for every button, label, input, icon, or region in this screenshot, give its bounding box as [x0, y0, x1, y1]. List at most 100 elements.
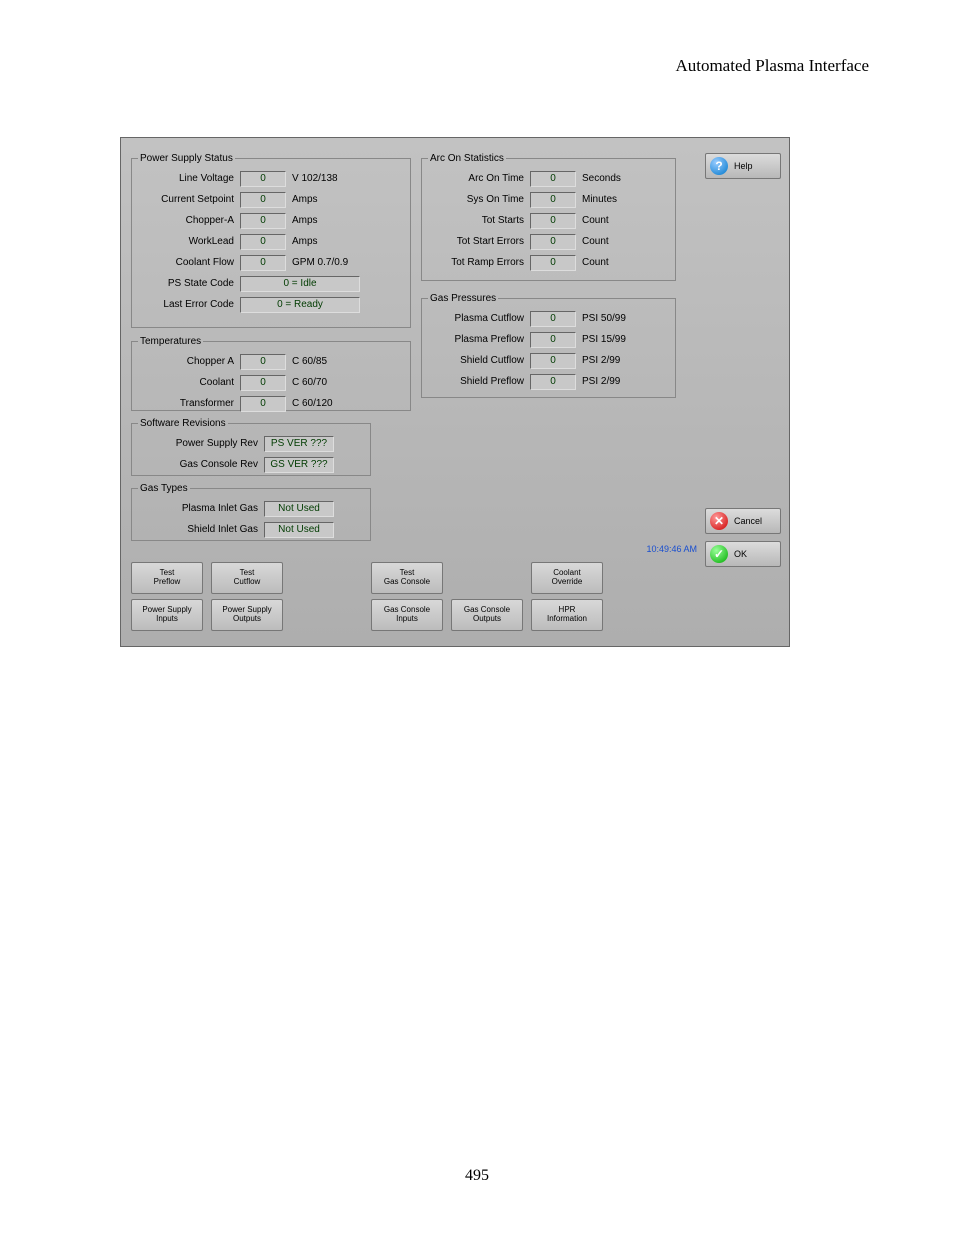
unit-current-setpoint: Amps	[292, 194, 318, 205]
help-label: Help	[734, 161, 753, 171]
page-number: 495	[465, 1167, 489, 1185]
val-tot-starts: 0	[530, 213, 576, 229]
btn-ps-outputs[interactable]: Power Supply Outputs	[211, 599, 283, 631]
button-row-1: Test Preflow Test Cutflow Test Gas Conso…	[131, 562, 691, 594]
legend-gt: Gas Types	[138, 483, 190, 494]
val-chopper-a: 0	[240, 213, 286, 229]
lbl-arc-on-time: Arc On Time	[428, 173, 524, 184]
unit-chopper-a: Amps	[292, 215, 318, 226]
btn-test-gas-console[interactable]: Test Gas Console	[371, 562, 443, 594]
group-software-revisions: Software Revisions Power Supply Rev PS VE…	[131, 418, 371, 476]
unit-plasma-cutflow: PSI 50/99	[582, 313, 626, 324]
btn-hpr-info[interactable]: HPR Information	[531, 599, 603, 631]
timestamp: 10:49:46 AM	[646, 544, 697, 554]
lbl-shield-preflow: Shield Preflow	[428, 376, 524, 387]
lbl-chopper-a: Chopper-A	[138, 215, 234, 226]
help-icon: ?	[710, 157, 728, 175]
lbl-tot-starts: Tot Starts	[428, 215, 524, 226]
legend-sw: Software Revisions	[138, 418, 228, 429]
lbl-plasma-cutflow: Plasma Cutflow	[428, 313, 524, 324]
btn-ps-inputs[interactable]: Power Supply Inputs	[131, 599, 203, 631]
val-gc-rev: GS VER ???	[264, 457, 334, 473]
btn-gc-outputs[interactable]: Gas Console Outputs	[451, 599, 523, 631]
val-plasma-inlet: Not Used	[264, 501, 334, 517]
lbl-tot-ramp-errors: Tot Ramp Errors	[428, 257, 524, 268]
lbl-temp-chopper-a: Chopper A	[138, 356, 234, 367]
ok-label: OK	[734, 549, 747, 559]
unit-temp-transformer: C 60/120	[292, 398, 333, 409]
unit-shield-cutflow: PSI 2/99	[582, 355, 620, 366]
unit-tot-ramp-errors: Count	[582, 257, 609, 268]
val-ps-state-code: 0 = Idle	[240, 276, 360, 292]
lbl-plasma-inlet: Plasma Inlet Gas	[138, 503, 258, 514]
unit-worklead: Amps	[292, 236, 318, 247]
btn-test-preflow[interactable]: Test Preflow	[131, 562, 203, 594]
val-coolant-flow: 0	[240, 255, 286, 271]
unit-shield-preflow: PSI 2/99	[582, 376, 620, 387]
unit-sys-on-time: Minutes	[582, 194, 617, 205]
lbl-coolant-flow: Coolant Flow	[138, 257, 234, 268]
val-tot-ramp-errors: 0	[530, 255, 576, 271]
lbl-current-setpoint: Current Setpoint	[138, 194, 234, 205]
legend-temp: Temperatures	[138, 336, 203, 347]
lbl-sys-on-time: Sys On Time	[428, 194, 524, 205]
btn-gc-inputs[interactable]: Gas Console Inputs	[371, 599, 443, 631]
lbl-ps-state-code: PS State Code	[138, 278, 234, 289]
spacer	[451, 562, 523, 594]
cancel-label: Cancel	[734, 516, 762, 526]
val-current-setpoint: 0	[240, 192, 286, 208]
group-power-supply-status: Power Supply Status Line Voltage 0 V 102/1…	[131, 153, 411, 328]
group-gas-pressures: Gas Pressures Plasma Cutflow 0 PSI 50/99 P…	[421, 293, 676, 398]
legend-gp: Gas Pressures	[428, 293, 498, 304]
unit-temp-chopper-a: C 60/85	[292, 356, 327, 367]
val-tot-start-errors: 0	[530, 234, 576, 250]
btn-test-cutflow[interactable]: Test Cutflow	[211, 562, 283, 594]
legend-arc: Arc On Statistics	[428, 153, 506, 164]
unit-line-voltage: V 102/138	[292, 173, 338, 184]
group-gas-types: Gas Types Plasma Inlet Gas Not Used Shiel…	[131, 483, 371, 541]
unit-plasma-preflow: PSI 15/99	[582, 334, 626, 345]
val-temp-chopper-a: 0	[240, 354, 286, 370]
val-temp-coolant: 0	[240, 375, 286, 391]
lbl-plasma-preflow: Plasma Preflow	[428, 334, 524, 345]
unit-temp-coolant: C 60/70	[292, 377, 327, 388]
ok-button[interactable]: ✓ OK	[705, 541, 781, 567]
group-temperatures: Temperatures Chopper A0C 60/85 Coolant0C…	[131, 336, 411, 411]
lbl-tot-start-errors: Tot Start Errors	[428, 236, 524, 247]
button-row-2: Power Supply Inputs Power Supply Outputs…	[131, 599, 691, 631]
lbl-temp-transformer: Transformer	[138, 398, 234, 409]
val-arc-on-time: 0	[530, 171, 576, 187]
cancel-icon: ✕	[710, 512, 728, 530]
btn-coolant-override[interactable]: Coolant Override	[531, 562, 603, 594]
page-header: Automated Plasma Interface	[675, 56, 869, 76]
cancel-button[interactable]: ✕ Cancel	[705, 508, 781, 534]
val-shield-cutflow: 0	[530, 353, 576, 369]
val-line-voltage: 0	[240, 171, 286, 187]
legend-ps: Power Supply Status	[138, 153, 235, 164]
help-button[interactable]: ? Help	[705, 153, 781, 179]
spacer	[291, 599, 363, 631]
val-plasma-preflow: 0	[530, 332, 576, 348]
ok-icon: ✓	[710, 545, 728, 563]
unit-coolant-flow: GPM 0.7/0.9	[292, 257, 348, 268]
lbl-gc-rev: Gas Console Rev	[138, 459, 258, 470]
val-shield-preflow: 0	[530, 374, 576, 390]
lbl-temp-coolant: Coolant	[138, 377, 234, 388]
lbl-shield-inlet: Shield Inlet Gas	[138, 524, 258, 535]
unit-arc-on-time: Seconds	[582, 173, 621, 184]
unit-tot-starts: Count	[582, 215, 609, 226]
unit-tot-start-errors: Count	[582, 236, 609, 247]
lbl-last-error-code: Last Error Code	[138, 299, 234, 310]
main-area: Power Supply Status Line Voltage 0 V 102/1…	[131, 153, 699, 636]
right-strip: ? Help ✕ Cancel ✓ OK	[705, 153, 785, 636]
val-sys-on-time: 0	[530, 192, 576, 208]
val-plasma-cutflow: 0	[530, 311, 576, 327]
val-worklead: 0	[240, 234, 286, 250]
val-ps-rev: PS VER ???	[264, 436, 334, 452]
spacer	[291, 562, 363, 594]
val-last-error-code: 0 = Ready	[240, 297, 360, 313]
group-arc-on-statistics: Arc On Statistics Arc On Time 0 Seconds Sy…	[421, 153, 676, 281]
val-temp-transformer: 0	[240, 396, 286, 412]
lbl-line-voltage: Line Voltage	[138, 173, 234, 184]
lbl-ps-rev: Power Supply Rev	[138, 438, 258, 449]
